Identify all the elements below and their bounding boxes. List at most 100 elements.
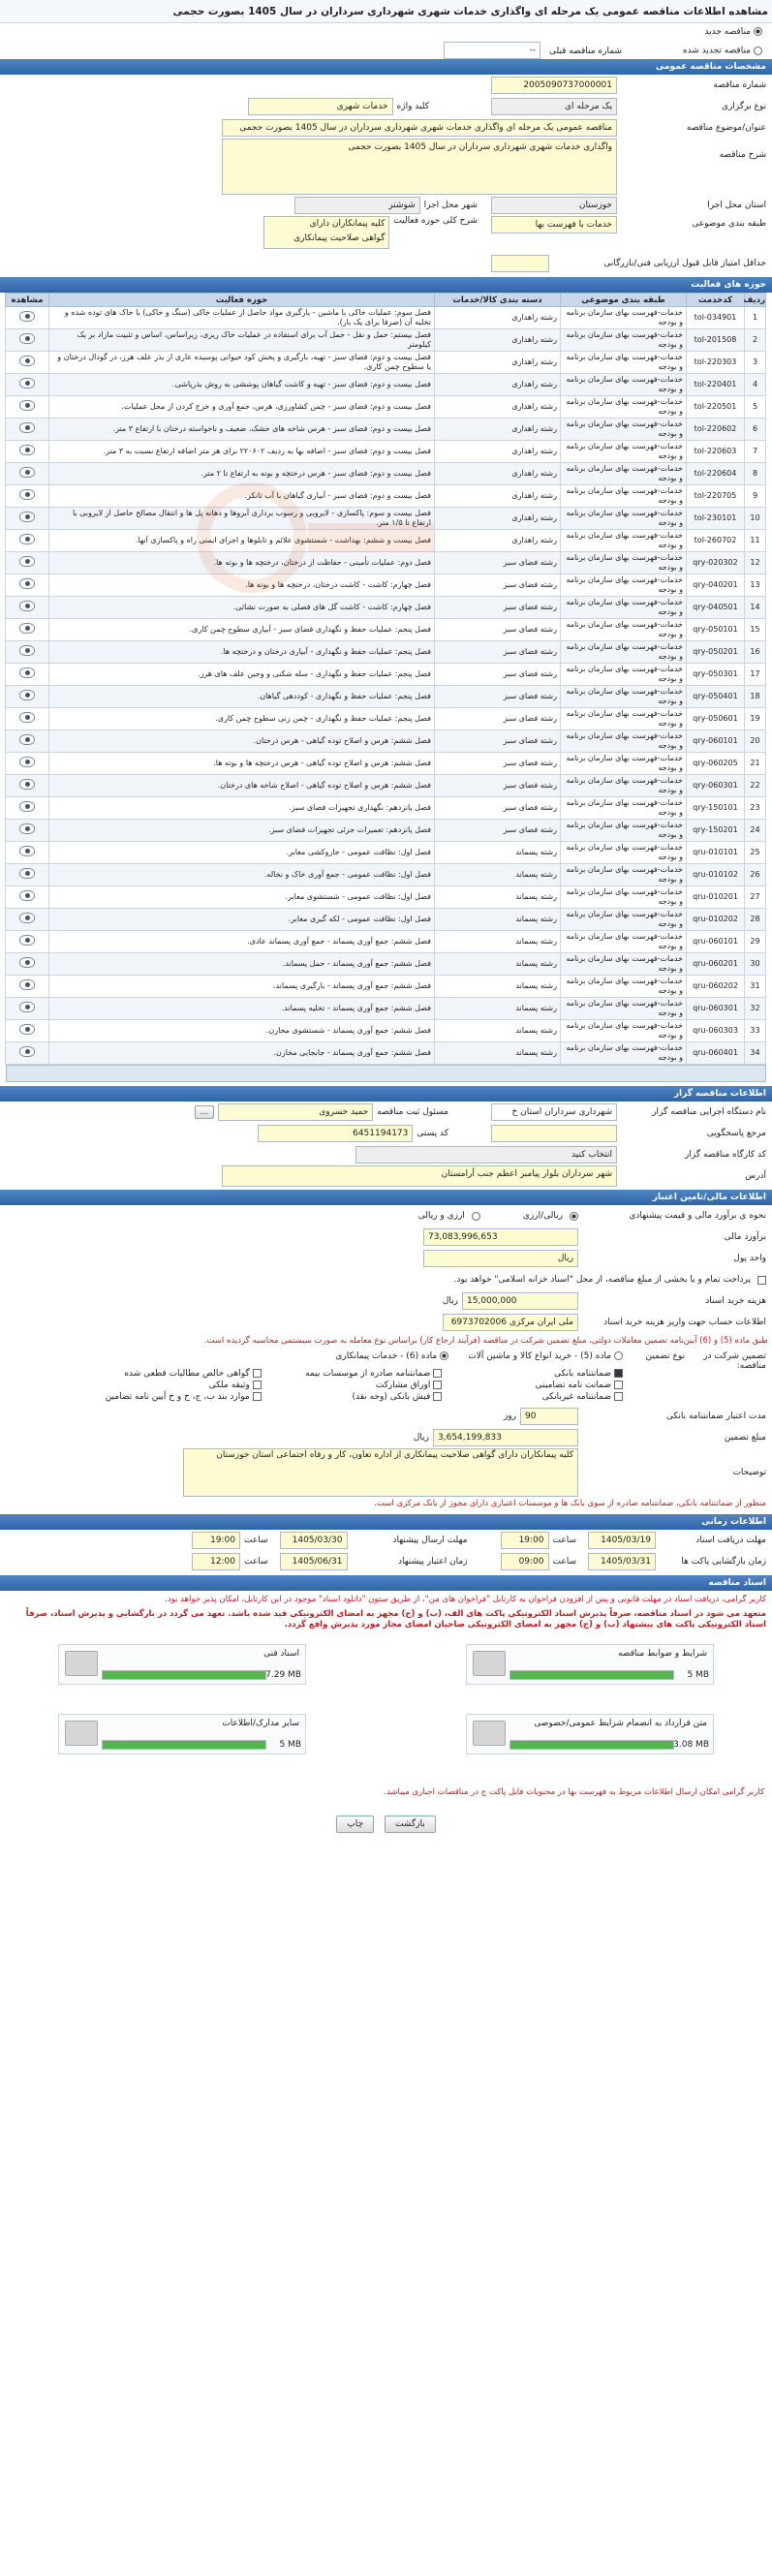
guarantee-option[interactable]: ضمانت نامه تضامینی — [442, 1381, 623, 1390]
view-eye-icon[interactable] — [19, 534, 35, 544]
table-cell: خدمات-فهرست بهای سازمان برنامه و بودجه — [560, 975, 687, 998]
doc-file[interactable]: متن قرارداد به انضمام شرایط عمومی/خصوصی 3… — [466, 1714, 714, 1754]
view-eye-icon[interactable] — [19, 667, 35, 678]
folder-icon — [65, 1721, 98, 1746]
view-eye-icon[interactable] — [19, 846, 35, 856]
radio-new[interactable] — [754, 27, 762, 36]
view-eye-icon[interactable] — [19, 623, 35, 634]
view-eye-icon[interactable] — [19, 757, 35, 767]
view-eye-icon[interactable] — [19, 378, 35, 388]
type-select[interactable]: یک مرحله ای — [491, 98, 617, 115]
doc-deadline-time: 19:00 — [500, 1532, 549, 1549]
view-eye-icon[interactable] — [19, 311, 35, 322]
view-eye-icon[interactable] — [19, 712, 35, 723]
view-eye-icon[interactable] — [19, 1002, 35, 1012]
doc-file[interactable]: شرایط و ضوابط مناقصه 5 MB — [466, 1644, 714, 1685]
table-cell: qru-010202 — [686, 908, 745, 931]
prev-no-select[interactable]: -- — [444, 42, 541, 59]
view-eye-icon[interactable] — [19, 823, 35, 834]
view-eye-icon[interactable] — [19, 801, 35, 812]
view-eye-icon[interactable] — [19, 333, 35, 344]
view-eye-icon[interactable] — [19, 979, 35, 990]
radio-m6[interactable] — [440, 1351, 449, 1360]
view-eye-icon[interactable] — [19, 1046, 35, 1057]
radio-rial[interactable] — [570, 1211, 578, 1221]
view-eye-icon[interactable] — [19, 445, 35, 455]
doc-file-bar — [510, 1740, 674, 1750]
back-button[interactable]: بازگشت — [384, 1816, 436, 1833]
guarantee-checkbox[interactable] — [433, 1369, 443, 1378]
view-eye-icon[interactable] — [19, 556, 35, 567]
radio-fx[interactable] — [471, 1211, 480, 1221]
dl-label: مهلت دریافت اسناد — [695, 1536, 766, 1545]
guarantee-checkbox[interactable] — [614, 1381, 623, 1389]
table-cell: qru-060401 — [686, 1041, 745, 1065]
doc-file-size: 7.29 MB — [265, 1670, 301, 1680]
scope-list[interactable]: کلیه پیمانکاران دارای گواهی صلاحیت پیمانک… — [263, 216, 390, 249]
guarantee-option[interactable]: گواهی خالص مطالبات قطعی شده — [80, 1369, 262, 1379]
table-row: 21 qry-060205 خدمات-فهرست بهای سازمان برنا… — [5, 752, 766, 775]
view-eye-icon[interactable] — [19, 578, 35, 589]
doc-file[interactable]: سایر مدارک/اطلاعات 5 MB — [58, 1714, 306, 1754]
guarantee-checkbox[interactable] — [614, 1369, 623, 1378]
view-eye-icon[interactable] — [19, 400, 35, 411]
guarantee-option[interactable]: ضمانتنامه بانکی — [442, 1369, 623, 1379]
guarantee-checkbox[interactable] — [252, 1381, 262, 1389]
view-eye-icon[interactable] — [19, 489, 35, 500]
view-eye-icon[interactable] — [19, 890, 35, 901]
print-button[interactable]: چاپ — [336, 1816, 375, 1833]
doc-file[interactable]: اسناد فنی 7.29 MB — [58, 1644, 306, 1685]
table-cell: 34 — [744, 1041, 766, 1065]
guarantee-option[interactable]: فیش بانکی (وجه نقد) — [262, 1392, 443, 1402]
table-cell: qry-060101 — [686, 729, 745, 753]
table-cell: 12 — [744, 551, 766, 574]
view-eye-icon[interactable] — [19, 779, 35, 790]
guarantee-checkbox[interactable] — [252, 1369, 262, 1378]
guarantee-checkbox[interactable] — [614, 1392, 623, 1401]
page-root: مشاهده اطلاعات مناقصه عمومی یک مرحله ای … — [0, 0, 772, 2576]
view-eye-icon[interactable] — [19, 467, 35, 478]
table-cell: فصل اول: نظافت عمومی - لکه گیری معابر. — [48, 908, 435, 931]
guarantee-option-label: ضمانتنامه بانکی — [554, 1369, 611, 1379]
table-row: 23 qry-150101 خدمات-فهرست بهای سازمان برنا… — [5, 796, 766, 820]
table-cell: خدمات-فهرست بهای سازمان برنامه و بودجه — [560, 819, 687, 842]
view-eye-icon[interactable] — [19, 913, 35, 923]
view-eye-icon[interactable] — [19, 601, 35, 611]
table-cell: فصل اول: نظافت عمومی - جاروکشی معابر. — [48, 841, 435, 864]
table-cell: خدمات-فهرست بهای سازمان برنامه و بودجه — [560, 618, 687, 641]
validity-date: 1405/06/31 — [279, 1553, 348, 1570]
view-eye-icon[interactable] — [19, 957, 35, 968]
view-eye-icon[interactable] — [19, 1024, 35, 1035]
guarantee-option[interactable]: ضمانتنامه غیربانکی — [442, 1392, 623, 1402]
keyword: خدمات شهری — [247, 98, 393, 115]
table-cell: خدمات-فهرست بهای سازمان برنامه و بودجه — [560, 796, 687, 820]
city-select[interactable]: شوشتر — [293, 197, 420, 214]
view-eye-icon[interactable] — [19, 868, 35, 879]
workshop-select[interactable]: انتخاب کنید — [355, 1146, 617, 1164]
guarantee-checkbox[interactable] — [433, 1392, 443, 1401]
table-cell: خدمات-فهرست بهای سازمان برنامه و بودجه — [560, 373, 687, 396]
guarantee-option[interactable]: موارد بند ب، ج، ح و خ آیین نامه تضامین — [80, 1392, 262, 1402]
view-eye-icon[interactable] — [19, 734, 35, 745]
view-eye-icon[interactable] — [19, 690, 35, 700]
table-cell: فصل بیست و دوم: فضای سبز - هرس درختچه و … — [48, 462, 435, 485]
table-cell: رشته راهداری — [434, 373, 561, 396]
radio-m5[interactable] — [614, 1351, 623, 1360]
view-eye-icon[interactable] — [19, 512, 35, 522]
view-eye-icon[interactable] — [19, 356, 35, 366]
section-finance-header: اطلاعات مالی/تامین اعتبار — [0, 1190, 772, 1205]
province-select[interactable]: خوزستان — [491, 197, 617, 214]
guarantee-option[interactable]: ضمانتنامه صادره از موسسات بیمه — [262, 1369, 443, 1379]
view-eye-icon[interactable] — [19, 645, 35, 656]
radio-renew[interactable] — [754, 46, 762, 55]
guarantee-checkbox[interactable] — [252, 1392, 262, 1401]
guarantee-option[interactable]: وثیقه ملکی — [80, 1381, 262, 1390]
view-eye-icon[interactable] — [19, 422, 35, 433]
guarantee-checkbox[interactable] — [433, 1381, 443, 1389]
guarantee-option[interactable]: اوراق مشارکت — [262, 1381, 443, 1390]
more-button[interactable]: ... — [194, 1105, 215, 1119]
view-eye-icon[interactable] — [19, 935, 35, 946]
table-cell: qry-040501 — [686, 596, 745, 619]
table-cell: qry-060301 — [686, 774, 745, 797]
treasury-checkbox[interactable] — [757, 1275, 766, 1285]
